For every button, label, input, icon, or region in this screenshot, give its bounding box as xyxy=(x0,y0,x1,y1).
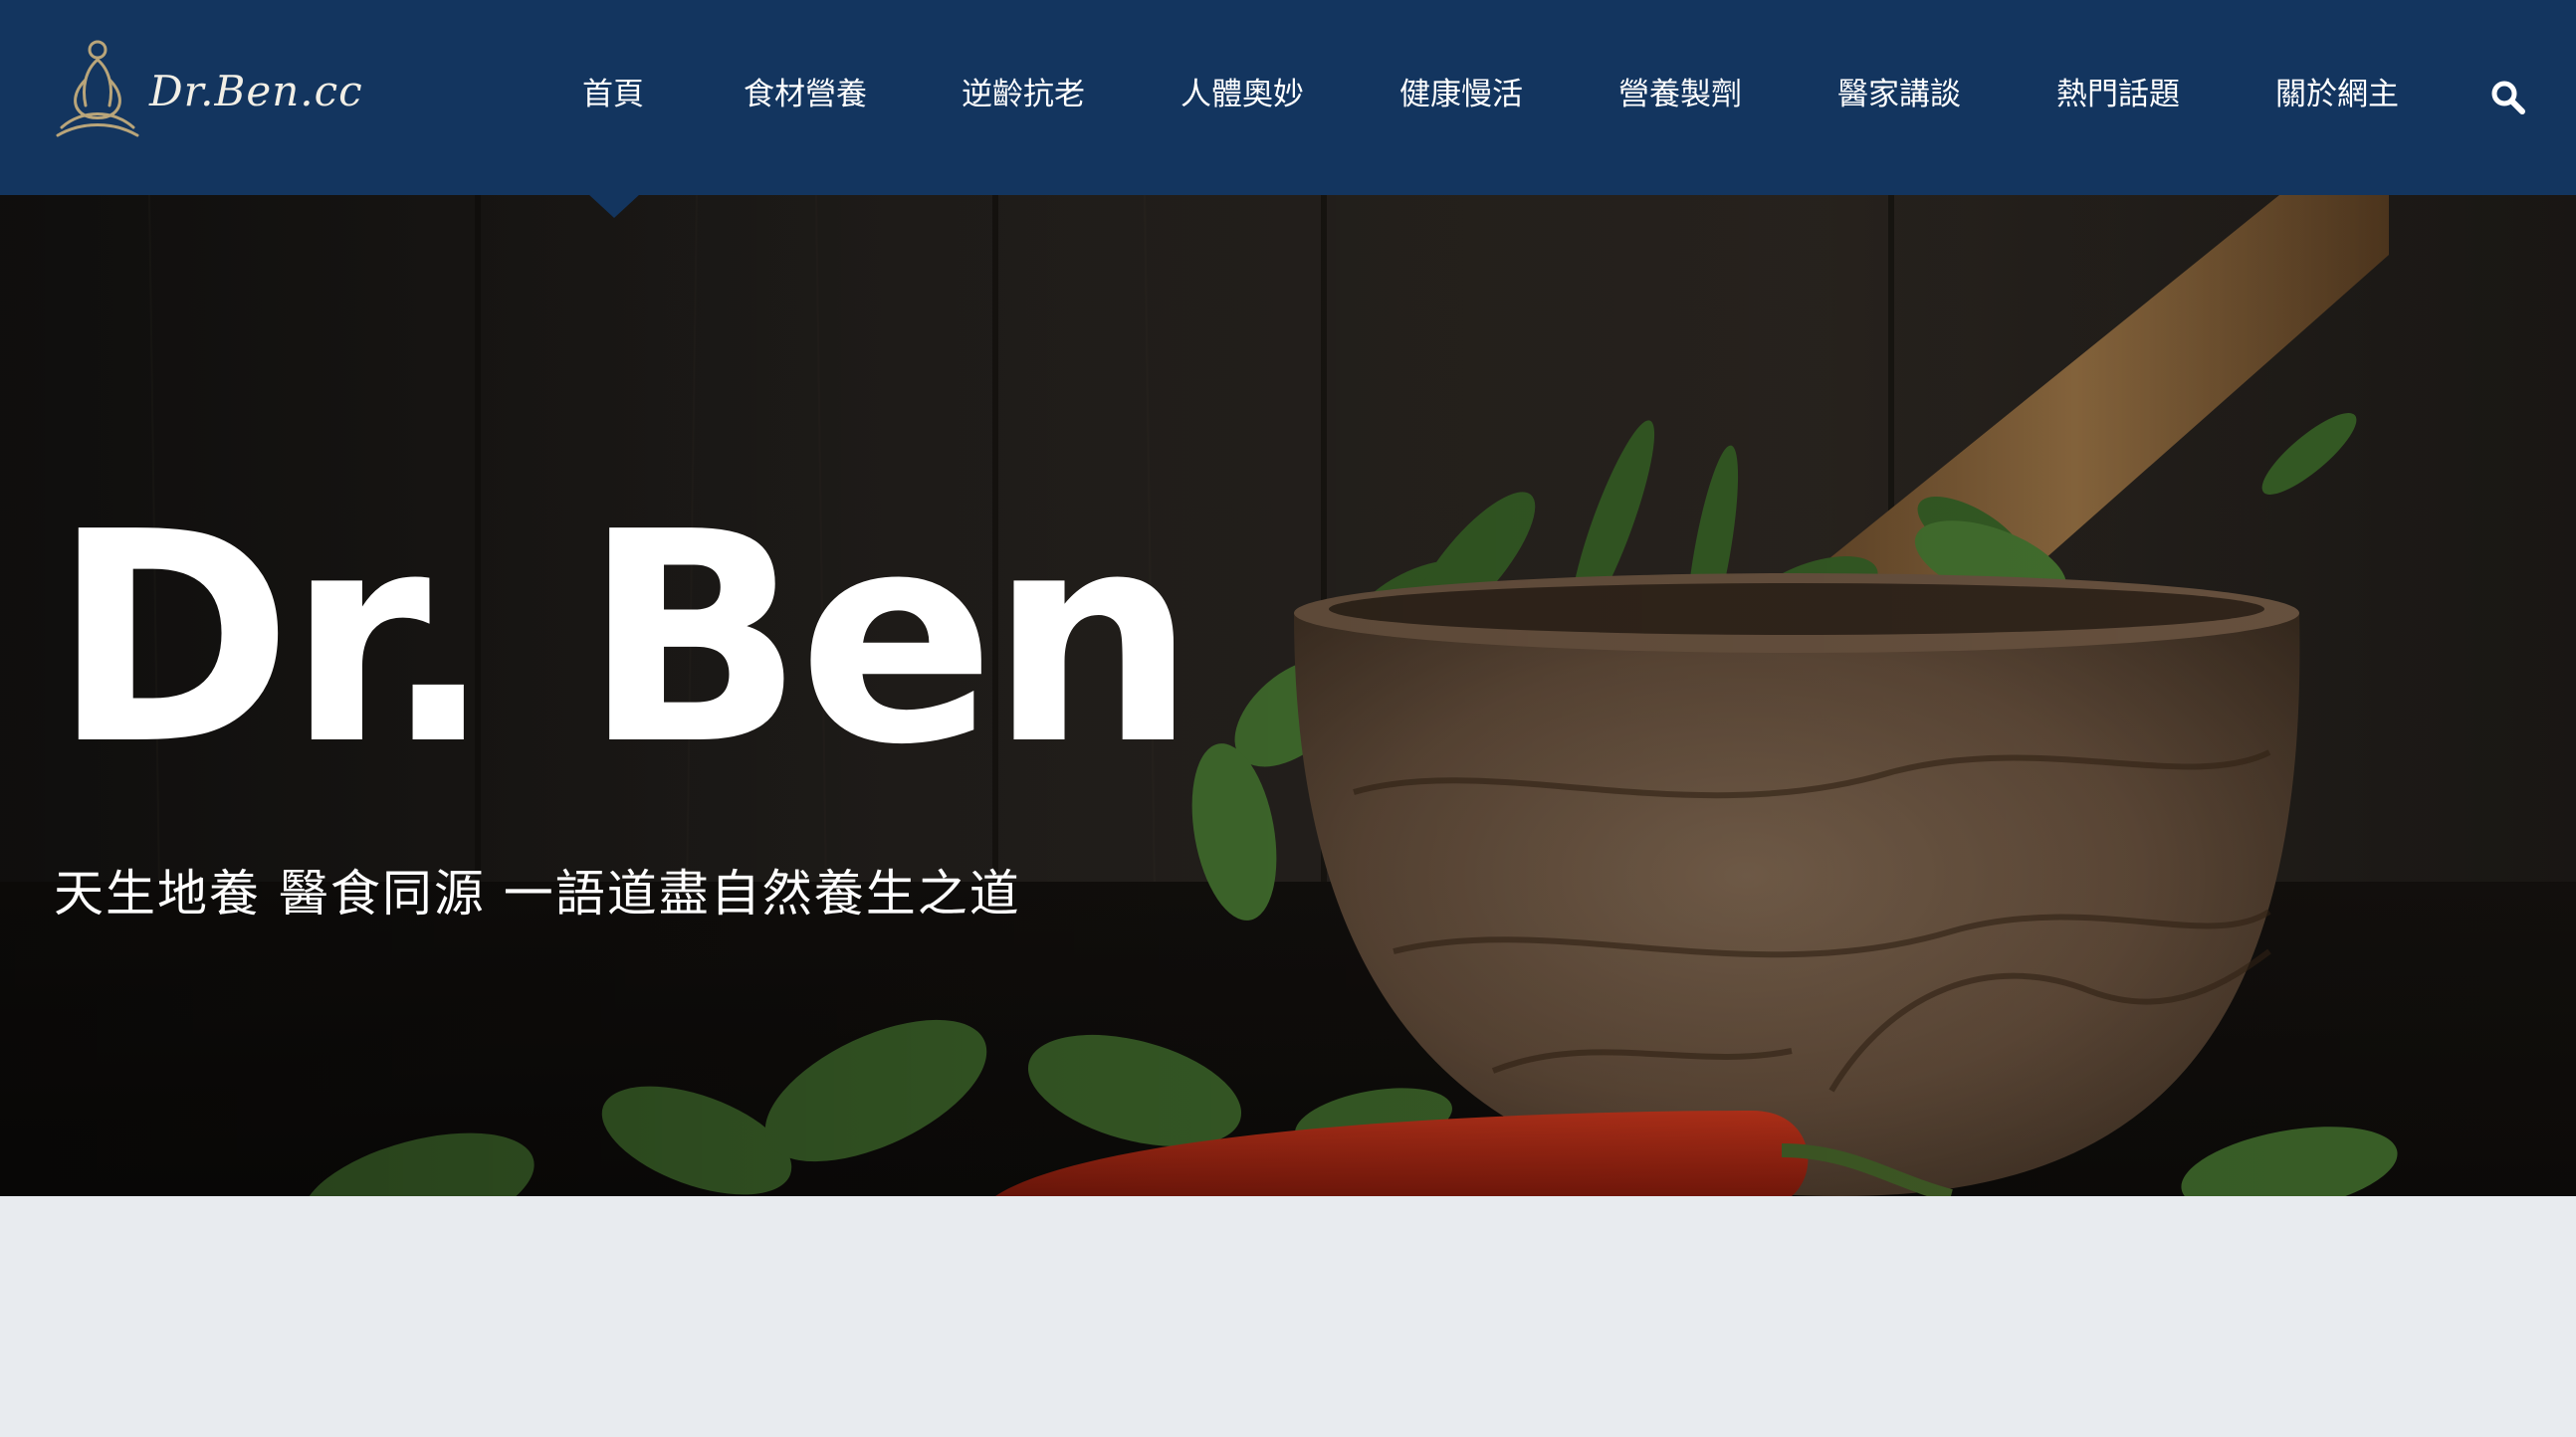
nav-item-home[interactable]: 首頁 xyxy=(582,64,644,125)
meditation-figure-icon xyxy=(56,40,139,137)
nav-item-slow-living[interactable]: 健康慢活 xyxy=(1399,64,1523,125)
top-navbar: Dr.Ben.cc 首頁 食材營養 逆齡抗老 人體奧妙 健康慢活 營養製劑 醫家… xyxy=(0,0,2576,195)
hero-subtitle: 天生地養 醫食同源 一語道盡自然養生之道 xyxy=(54,865,1021,923)
nav-item-human-body[interactable]: 人體奧妙 xyxy=(1181,64,1304,125)
hero-banner: Dr. Ben 天生地養 醫食同源 一語道盡自然養生之道 xyxy=(0,195,2576,1196)
active-nav-indicator xyxy=(588,194,640,218)
nav-item-hot-topics[interactable]: 熱門話題 xyxy=(2056,64,2180,125)
content-area xyxy=(0,1196,2576,1437)
search-icon[interactable] xyxy=(2488,78,2528,117)
nav-item-about[interactable]: 關於網主 xyxy=(2275,64,2399,125)
nav-item-food-nutrition[interactable]: 食材營養 xyxy=(744,64,867,125)
nav-item-doctor-talks[interactable]: 醫家講談 xyxy=(1837,64,1961,125)
nav-item-anti-aging[interactable]: 逆齡抗老 xyxy=(962,64,1085,125)
hero-title: Dr. Ben xyxy=(52,470,1196,808)
site-logo[interactable]: Dr.Ben.cc xyxy=(52,36,370,145)
logo-text: Dr.Ben.cc xyxy=(149,66,363,115)
nav-item-supplements[interactable]: 營養製劑 xyxy=(1618,64,1742,125)
